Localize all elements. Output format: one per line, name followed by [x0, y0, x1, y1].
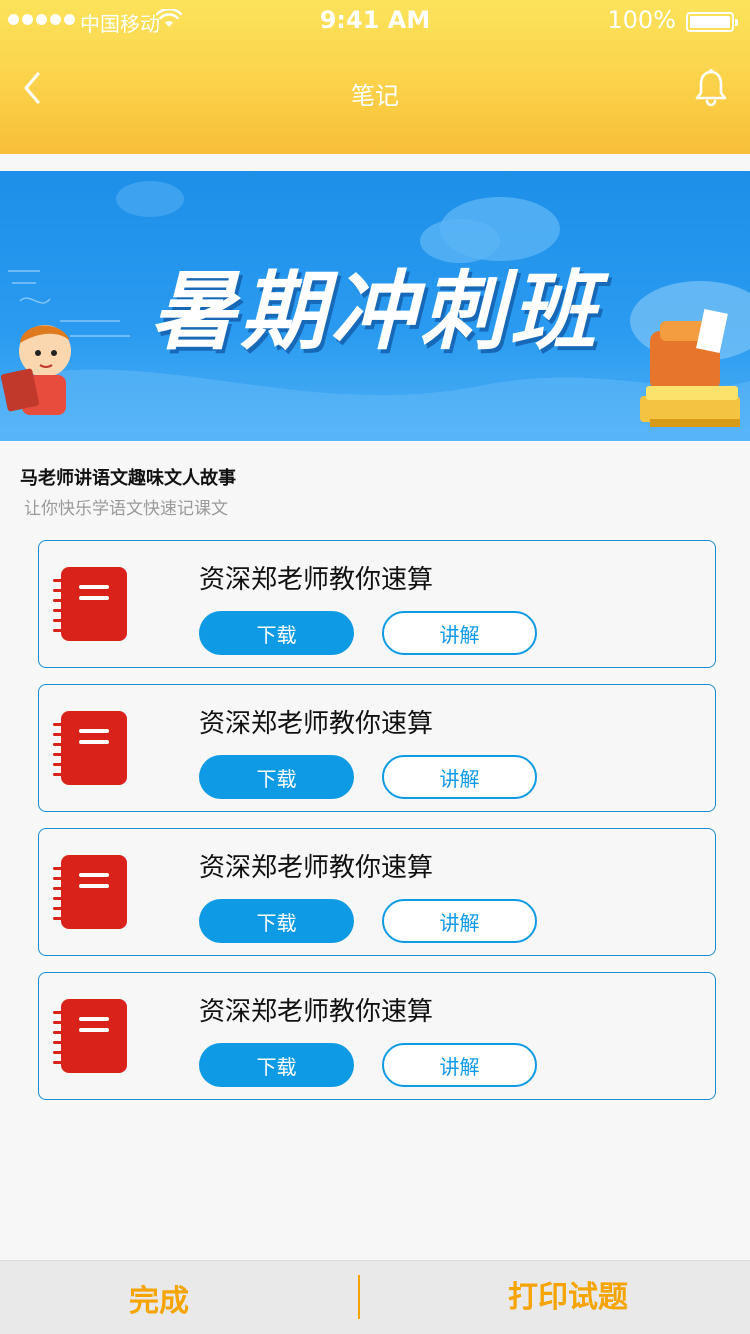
download-button[interactable]: 下载 — [199, 611, 354, 655]
download-button[interactable]: 下载 — [199, 755, 354, 799]
explain-button[interactable]: 讲解 — [382, 1043, 537, 1087]
list-item[interactable]: 资深郑老师教你速算 下载 讲解 — [38, 684, 716, 812]
promo-banner[interactable]: 暑期冲刺班 — [0, 171, 750, 441]
notebook-icon — [53, 999, 127, 1073]
course-subtitle: 让你快乐学语文快速记课文 — [24, 499, 228, 519]
notebook-icon — [53, 711, 127, 785]
battery-percentage: 100% — [607, 6, 676, 34]
item-title: 资深郑老师教你速算 — [199, 997, 434, 1027]
download-button[interactable]: 下载 — [199, 899, 354, 943]
battery-icon — [686, 12, 738, 32]
item-title: 资深郑老师教你速算 — [199, 853, 434, 883]
notebook-icon — [53, 855, 127, 929]
banner-title: 暑期冲刺班 — [150, 262, 600, 362]
divider — [358, 1275, 360, 1319]
bell-icon — [695, 69, 727, 107]
bottom-action-bar: 完成 打印试题 — [0, 1260, 750, 1334]
explain-button[interactable]: 讲解 — [382, 611, 537, 655]
list-item[interactable]: 资深郑老师教你速算 下载 讲解 — [38, 828, 716, 956]
explain-button[interactable]: 讲解 — [382, 755, 537, 799]
item-title: 资深郑老师教你速算 — [199, 709, 434, 739]
download-button[interactable]: 下载 — [199, 1043, 354, 1087]
print-questions-button[interactable]: 打印试题 — [380, 1257, 750, 1331]
item-title: 资深郑老师教你速算 — [199, 565, 434, 595]
status-bar: 中国移动 9:41 AM 100% — [0, 0, 750, 40]
header: 中国移动 9:41 AM 100% 笔记 — [0, 0, 750, 154]
notes-list: 资深郑老师教你速算 下载 讲解 资深郑老师教你速算 下载 讲解 资深郑老师教你速… — [38, 540, 716, 1116]
page-title: 笔记 — [351, 82, 399, 110]
done-button[interactable]: 完成 — [0, 1261, 318, 1334]
list-item[interactable]: 资深郑老师教你速算 下载 讲解 — [38, 972, 716, 1100]
notifications-button[interactable] — [694, 68, 728, 108]
notebook-icon — [53, 567, 127, 641]
course-title: 马老师讲语文趣味文人故事 — [20, 468, 236, 489]
list-item[interactable]: 资深郑老师教你速算 下载 讲解 — [38, 540, 716, 668]
explain-button[interactable]: 讲解 — [382, 899, 537, 943]
